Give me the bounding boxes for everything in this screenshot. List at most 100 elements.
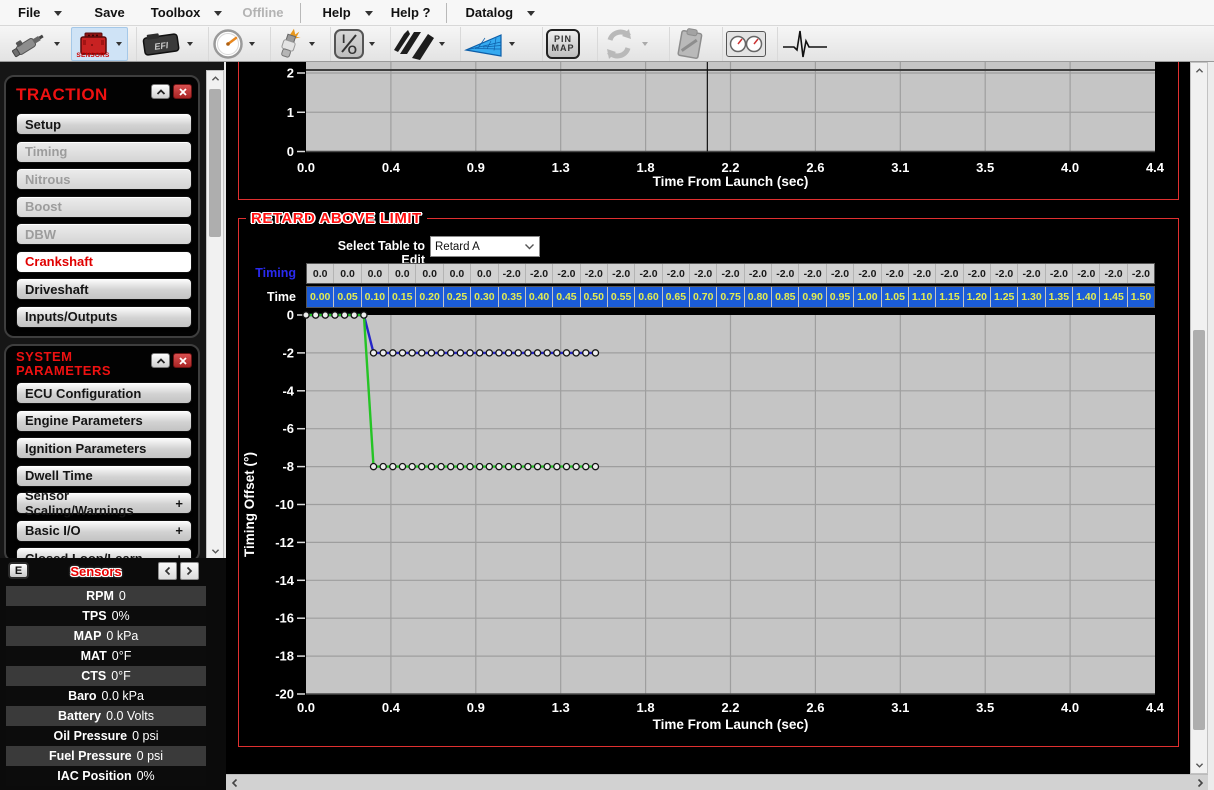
time-cell[interactable]: 0.75 (716, 287, 743, 307)
timing-cell[interactable]: -2.0 (689, 264, 716, 283)
time-cell[interactable]: 0.65 (662, 287, 689, 307)
timing-cell[interactable]: -2.0 (1045, 264, 1072, 283)
timing-cell[interactable]: -2.0 (744, 264, 771, 283)
time-cell[interactable]: 1.00 (853, 287, 880, 307)
data-point[interactable] (544, 464, 550, 470)
time-cell[interactable]: 1.40 (1072, 287, 1099, 307)
data-point[interactable] (525, 464, 531, 470)
data-point[interactable] (477, 464, 483, 470)
time-cell[interactable]: 1.45 (1099, 287, 1126, 307)
data-point[interactable] (380, 350, 386, 356)
system-collapse-button[interactable] (151, 353, 170, 368)
data-point[interactable] (438, 350, 444, 356)
sidebar-button-dwell-time[interactable]: Dwell Time (16, 465, 192, 487)
toolbar-button-io[interactable]: IO (330, 27, 380, 61)
time-cell[interactable]: 1.50 (1127, 287, 1154, 307)
scrollbar-thumb[interactable] (209, 89, 221, 237)
data-point[interactable] (515, 350, 521, 356)
sensors-prev-button[interactable] (158, 562, 177, 580)
time-cell[interactable]: 1.15 (935, 287, 962, 307)
toolbar-button-injector[interactable] (6, 27, 65, 61)
data-point[interactable] (486, 464, 492, 470)
chevron-down-icon[interactable] (309, 42, 315, 46)
time-cell[interactable]: 0.45 (552, 287, 579, 307)
data-point[interactable] (583, 350, 589, 356)
data-point[interactable] (419, 350, 425, 356)
time-cell[interactable]: 0.35 (498, 287, 525, 307)
timing-cell[interactable]: -2.0 (552, 264, 579, 283)
time-cell[interactable]: 1.30 (1017, 287, 1044, 307)
system-close-button[interactable] (173, 353, 192, 368)
data-point[interactable] (409, 464, 415, 470)
data-point[interactable] (506, 464, 512, 470)
data-point[interactable] (380, 464, 386, 470)
data-point[interactable] (573, 350, 579, 356)
scrollbar-down-arrow[interactable] (207, 544, 223, 559)
time-cell[interactable]: 0.10 (361, 287, 388, 307)
data-point[interactable] (573, 464, 579, 470)
chevron-down-icon[interactable] (54, 42, 60, 46)
menu-item-help[interactable]: Help (323, 5, 373, 20)
data-point[interactable] (525, 350, 531, 356)
timing-cell[interactable]: -2.0 (1127, 264, 1154, 283)
chevron-down-icon[interactable] (249, 42, 255, 46)
timing-cell[interactable]: 0.0 (470, 264, 497, 283)
data-point[interactable] (486, 350, 492, 356)
data-point[interactable] (457, 350, 463, 356)
chevron-down-icon[interactable] (116, 42, 122, 46)
timing-cell[interactable]: -2.0 (662, 264, 689, 283)
toolbar-button-sparkplug[interactable] (270, 27, 320, 61)
data-point[interactable] (534, 464, 540, 470)
data-point[interactable] (583, 464, 589, 470)
scrollbar-up-arrow[interactable] (1191, 63, 1207, 78)
timing-cell[interactable]: -2.0 (498, 264, 525, 283)
data-point[interactable] (351, 312, 357, 318)
scrollbar-up-arrow[interactable] (207, 71, 223, 86)
data-point[interactable] (341, 312, 347, 318)
timing-cell[interactable]: -2.0 (798, 264, 825, 283)
scrollbar-down-arrow[interactable] (1191, 758, 1207, 773)
timing-cell[interactable]: -2.0 (881, 264, 908, 283)
chevron-down-icon[interactable] (187, 42, 193, 46)
chevron-down-icon[interactable] (509, 42, 515, 46)
timing-cell[interactable]: 0.0 (415, 264, 442, 283)
timing-cell[interactable]: -2.0 (634, 264, 661, 283)
time-cell[interactable]: 1.25 (990, 287, 1017, 307)
data-point[interactable] (592, 464, 598, 470)
menu-item-save[interactable]: Save (94, 5, 124, 20)
time-cell[interactable]: 0.30 (470, 287, 497, 307)
data-point[interactable] (428, 350, 434, 356)
data-point[interactable] (303, 312, 309, 318)
data-point[interactable] (428, 464, 434, 470)
traction-close-button[interactable] (173, 84, 192, 99)
toolbar-button-sensors[interactable]: SENSORS (71, 27, 128, 61)
toolbar-button-stripes[interactable] (390, 27, 450, 61)
timing-cell[interactable]: -2.0 (908, 264, 935, 283)
timing-cell[interactable]: 0.0 (361, 264, 388, 283)
data-point[interactable] (592, 350, 598, 356)
timing-cell[interactable]: -2.0 (771, 264, 798, 283)
timing-cell[interactable]: -2.0 (853, 264, 880, 283)
data-point[interactable] (467, 350, 473, 356)
data-point[interactable] (390, 464, 396, 470)
sidebar-button-basic-i-o[interactable]: Basic I/O+ (16, 520, 192, 542)
retard-graph[interactable]: 0-2-4-6-8-10-12-14-16-18-200.00.40.91.31… (238, 308, 1181, 748)
data-point[interactable] (496, 464, 502, 470)
data-point[interactable] (554, 350, 560, 356)
data-point[interactable] (313, 312, 319, 318)
timing-cell[interactable]: 0.0 (307, 264, 333, 283)
data-point[interactable] (515, 464, 521, 470)
data-point[interactable] (448, 350, 454, 356)
time-cell[interactable]: 1.35 (1045, 287, 1072, 307)
data-point[interactable] (332, 312, 338, 318)
time-cell[interactable]: 0.05 (333, 287, 360, 307)
timing-cell[interactable]: -2.0 (935, 264, 962, 283)
menu-item-help[interactable]: Help ? (391, 5, 431, 20)
sidebar-button-crankshaft[interactable]: Crankshaft (16, 251, 192, 273)
timing-cell[interactable]: 0.0 (443, 264, 470, 283)
data-point[interactable] (370, 350, 376, 356)
data-point[interactable] (563, 350, 569, 356)
timing-cell[interactable]: -2.0 (826, 264, 853, 283)
time-cell[interactable]: 0.90 (798, 287, 825, 307)
main-vertical-scrollbar[interactable] (1190, 62, 1208, 774)
